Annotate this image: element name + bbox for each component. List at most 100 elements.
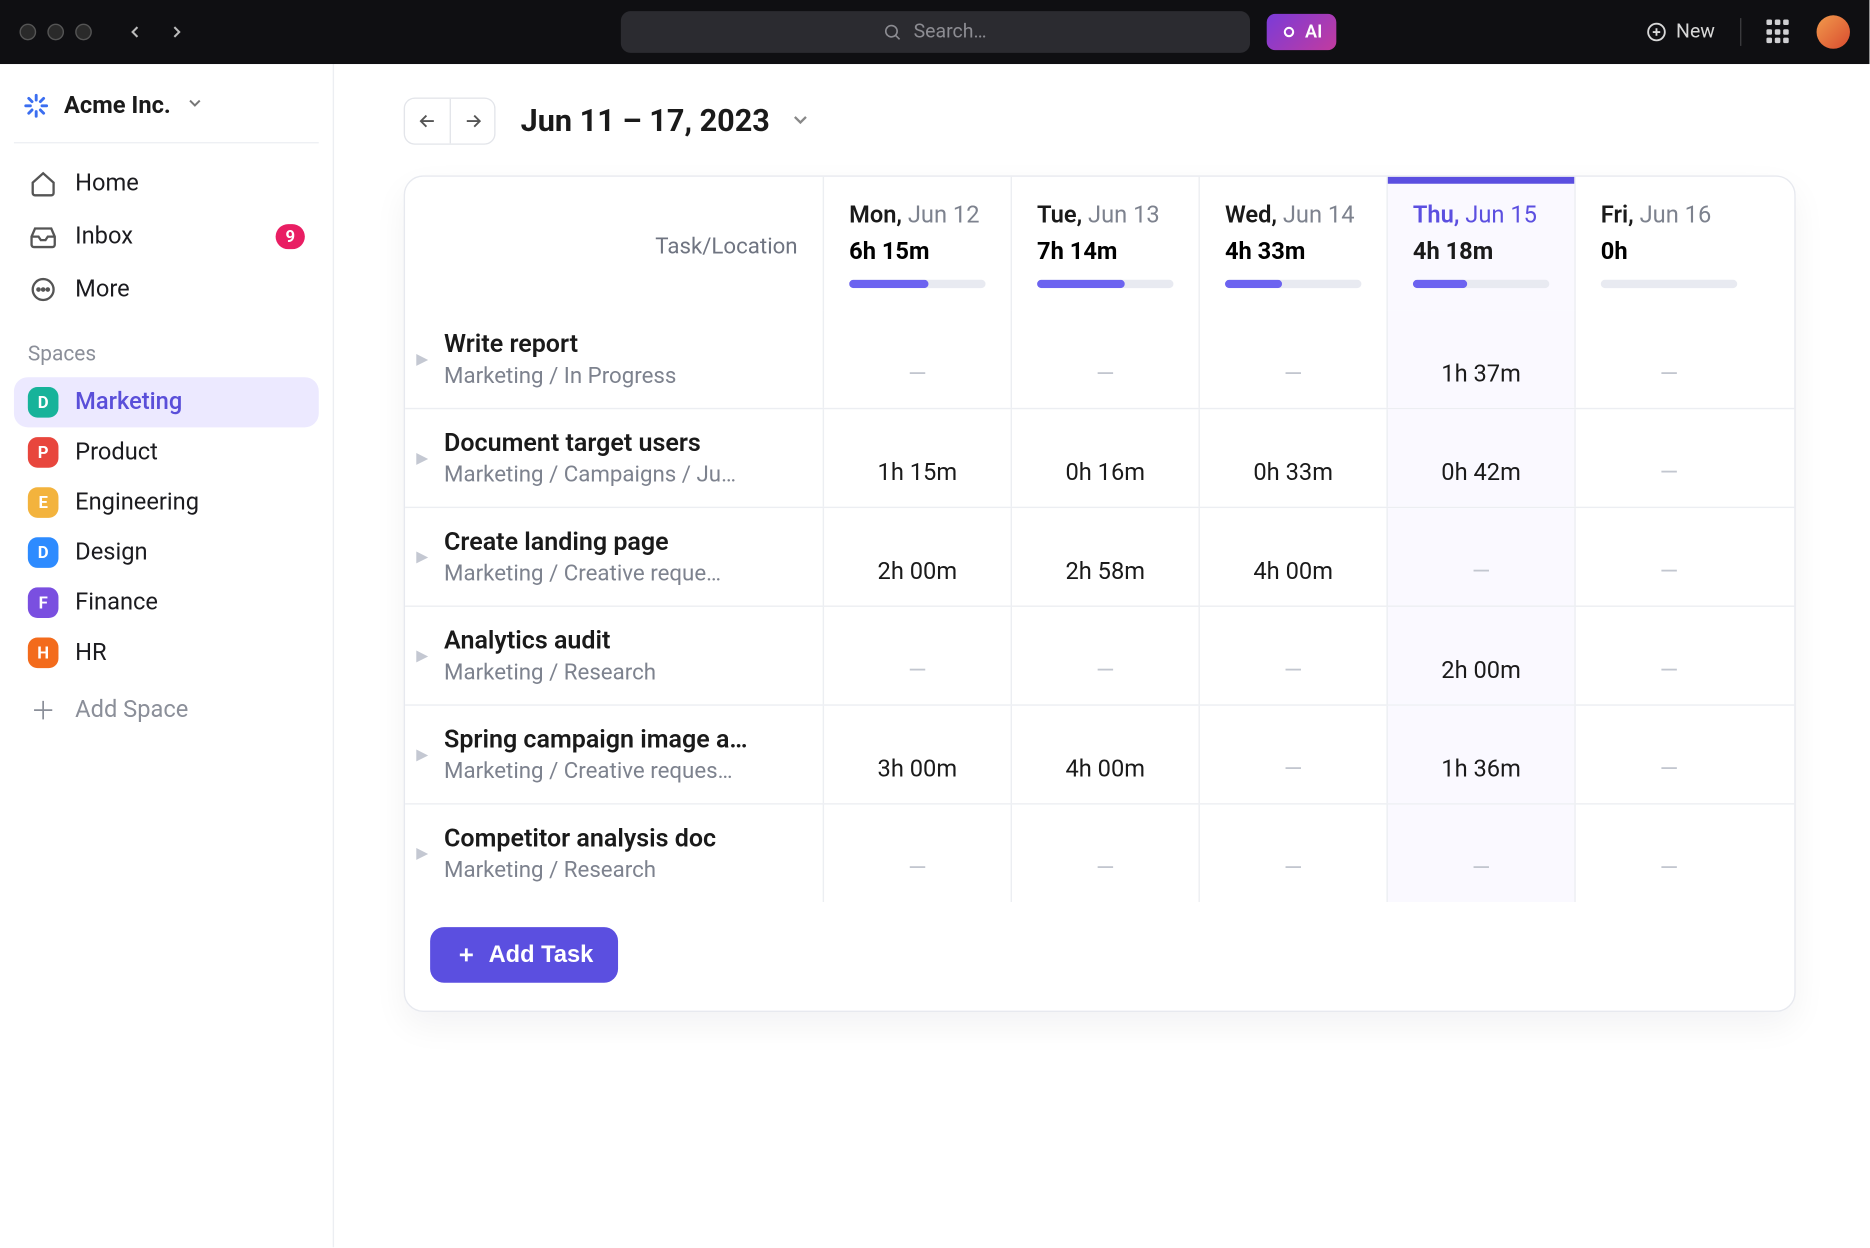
expand-icon[interactable]: ▶ (416, 449, 428, 467)
time-cell[interactable]: 0h 16m (1011, 409, 1199, 506)
timesheet-table: Task/Location Mon, Jun 12 6h 15m Tue, Ju… (404, 175, 1796, 1012)
workspace-logo-icon (22, 92, 50, 120)
add-task-label: Add Task (489, 941, 594, 969)
time-cell[interactable]: 0h 42m (1386, 409, 1574, 506)
date-range[interactable]: Jun 11 – 17, 2023 (521, 104, 812, 139)
time-cell[interactable]: — (823, 805, 1011, 902)
nav-home[interactable]: Home (14, 157, 319, 210)
time-value: 4h 00m (1065, 756, 1145, 784)
add-task-button[interactable]: Add Task (430, 927, 618, 983)
expand-icon[interactable]: ▶ (416, 647, 428, 665)
time-cell[interactable]: — (1574, 409, 1762, 506)
space-label: Design (75, 539, 147, 567)
task-path: Marketing / Research (444, 856, 798, 882)
chevron-down-icon (789, 104, 811, 139)
time-cell[interactable]: — (1386, 508, 1574, 605)
sidebar-space-finance[interactable]: F Finance (14, 578, 319, 628)
task-cell[interactable]: ▶ Document target users Marketing / Camp… (405, 409, 823, 506)
table-row: ▶ Analytics audit Marketing / Research —… (405, 606, 1794, 705)
ai-button[interactable]: AI (1266, 14, 1336, 50)
sidebar-space-design[interactable]: D Design (14, 528, 319, 578)
plus-icon: ＋ (28, 692, 59, 728)
time-cell[interactable]: — (823, 607, 1011, 704)
time-cell[interactable]: 1h 36m (1386, 706, 1574, 803)
add-space-button[interactable]: ＋ Add Space (14, 678, 319, 742)
column-header-day: Thu, Jun 15 4h 18m (1386, 177, 1574, 311)
time-value: — (1660, 459, 1678, 487)
time-value: — (1660, 756, 1678, 784)
task-cell[interactable]: ▶ Analytics audit Marketing / Research (405, 607, 823, 704)
sidebar-space-engineering[interactable]: E Engineering (14, 477, 319, 527)
time-value: — (1472, 855, 1490, 883)
prev-week-button[interactable] (405, 99, 450, 144)
time-cell[interactable]: 3h 00m (823, 706, 1011, 803)
new-button[interactable]: New (1645, 21, 1715, 43)
time-cell[interactable]: — (1199, 706, 1387, 803)
traffic-light-close-icon[interactable] (19, 24, 36, 41)
week-nav (404, 97, 496, 144)
traffic-light-min-icon[interactable] (47, 24, 64, 41)
task-cell[interactable]: ▶ Create landing page Marketing / Creati… (405, 508, 823, 605)
time-cell[interactable]: — (1199, 607, 1387, 704)
time-value: 0h 42m (1441, 459, 1521, 487)
time-cell[interactable]: — (1386, 805, 1574, 902)
nav-inbox[interactable]: Inbox 9 (14, 210, 319, 263)
task-cell[interactable]: ▶ Spring campaign image a… Marketing / C… (405, 706, 823, 803)
time-cell[interactable]: — (1574, 310, 1762, 407)
sidebar-space-marketing[interactable]: D Marketing (14, 377, 319, 427)
time-cell[interactable]: 4h 00m (1199, 508, 1387, 605)
time-cell[interactable]: 2h 58m (1011, 508, 1199, 605)
time-value: 3h 00m (878, 756, 958, 784)
column-header-day: Mon, Jun 12 6h 15m (823, 177, 1011, 311)
expand-icon[interactable]: ▶ (416, 844, 428, 862)
task-path: Marketing / In Progress (444, 362, 798, 388)
time-cell[interactable]: 2h 00m (1386, 607, 1574, 704)
time-cell[interactable]: — (1011, 607, 1199, 704)
time-cell[interactable]: 4h 00m (1011, 706, 1199, 803)
time-cell[interactable]: — (823, 310, 1011, 407)
time-cell[interactable]: — (1011, 310, 1199, 407)
traffic-light-max-icon[interactable] (75, 24, 92, 41)
workspace-switcher[interactable]: Acme Inc. (14, 81, 319, 144)
search-input[interactable]: Search… (620, 11, 1249, 53)
time-cell[interactable]: — (1199, 310, 1387, 407)
time-value: — (1660, 657, 1678, 685)
nav-label: More (75, 276, 130, 304)
nav-more[interactable]: More (14, 263, 319, 316)
apps-icon[interactable] (1766, 19, 1791, 44)
expand-icon[interactable]: ▶ (416, 548, 428, 566)
expand-icon[interactable]: ▶ (416, 745, 428, 763)
time-cell[interactable]: — (1199, 805, 1387, 902)
forward-button[interactable] (159, 14, 195, 50)
window-controls (19, 24, 91, 41)
space-label: Finance (75, 589, 158, 617)
time-cell[interactable]: — (1574, 508, 1762, 605)
new-label: New (1676, 21, 1715, 43)
sidebar-space-hr[interactable]: H HR (14, 628, 319, 678)
expand-icon[interactable]: ▶ (416, 350, 428, 368)
time-cell[interactable]: 1h 37m (1386, 310, 1574, 407)
chevron-down-icon (185, 92, 204, 120)
time-cell[interactable]: 0h 33m (1199, 409, 1387, 506)
ai-label: AI (1305, 22, 1322, 43)
back-button[interactable] (117, 14, 153, 50)
task-name: Create landing page (444, 528, 798, 557)
avatar[interactable] (1817, 15, 1850, 48)
time-cell[interactable]: 1h 15m (823, 409, 1011, 506)
sidebar-space-product[interactable]: P Product (14, 427, 319, 477)
search-placeholder: Search… (914, 21, 987, 43)
space-icon: D (28, 537, 59, 568)
time-value: — (908, 657, 926, 685)
next-week-button[interactable] (450, 99, 495, 144)
time-cell[interactable]: — (1574, 706, 1762, 803)
more-icon (28, 274, 59, 305)
time-cell[interactable]: — (1574, 607, 1762, 704)
time-cell[interactable]: — (1011, 805, 1199, 902)
time-cell[interactable]: 2h 00m (823, 508, 1011, 605)
task-cell[interactable]: ▶ Competitor analysis doc Marketing / Re… (405, 805, 823, 902)
column-header-day: Wed, Jun 14 4h 33m (1199, 177, 1387, 311)
time-cell[interactable]: — (1574, 805, 1762, 902)
task-cell[interactable]: ▶ Write report Marketing / In Progress (405, 310, 823, 407)
time-value: 1h 37m (1441, 361, 1521, 389)
space-icon: F (28, 587, 59, 618)
